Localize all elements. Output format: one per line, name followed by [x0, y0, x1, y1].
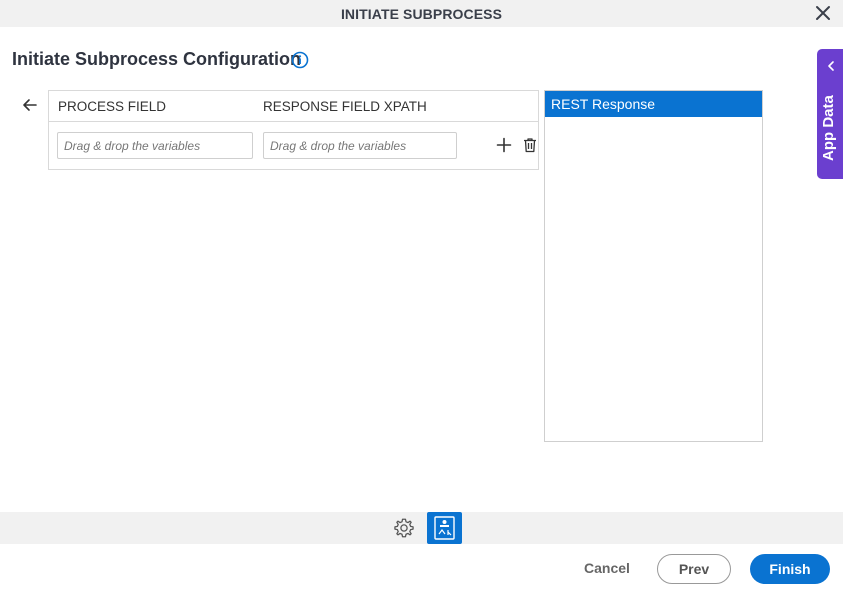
prev-button[interactable]: Prev	[657, 554, 731, 584]
arrow-left-icon[interactable]	[21, 96, 39, 114]
close-icon[interactable]	[813, 3, 833, 23]
trash-icon[interactable]	[522, 137, 538, 153]
field-mapping-table: PROCESS FIELD RESPONSE FIELD XPATH	[48, 90, 539, 170]
info-icon[interactable]	[291, 51, 309, 69]
mapping-table-header: PROCESS FIELD RESPONSE FIELD XPATH	[49, 91, 538, 122]
dialog-titlebar: INITIATE SUBPROCESS	[0, 0, 843, 27]
app-data-tab[interactable]: App Data	[817, 49, 843, 179]
process-field-input[interactable]	[57, 132, 253, 159]
chevron-left-icon	[828, 61, 834, 71]
rest-mapping-icon[interactable]	[427, 512, 462, 544]
finish-button[interactable]: Finish	[750, 554, 830, 584]
column-header-response-xpath: RESPONSE FIELD XPATH	[263, 99, 427, 114]
gear-icon[interactable]	[393, 517, 415, 539]
plus-icon[interactable]	[496, 137, 512, 153]
tree-item-rest-response[interactable]: REST Response	[545, 91, 762, 117]
rest-response-tree: REST Response	[544, 90, 763, 442]
bottom-toolbar	[0, 512, 843, 544]
app-data-label: App Data	[820, 95, 837, 161]
cancel-button[interactable]: Cancel	[584, 560, 630, 576]
page-title: Initiate Subprocess Configuration	[12, 49, 302, 69]
column-header-process-field: PROCESS FIELD	[58, 99, 167, 114]
dialog-title: INITIATE SUBPROCESS	[340, 6, 503, 22]
response-xpath-input[interactable]	[263, 132, 457, 159]
